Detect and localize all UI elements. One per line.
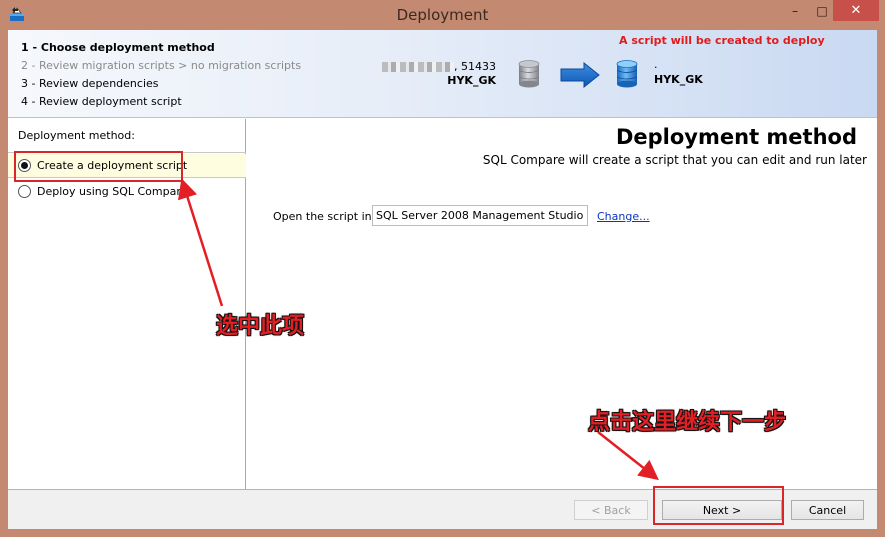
title-bar[interactable]: Deployment – □ ✕ <box>0 0 885 30</box>
step-review-migration: 2 - Review migration scripts > no migrat… <box>21 59 302 72</box>
cancel-button[interactable]: Cancel <box>791 500 864 520</box>
option-deploy-sql-compare[interactable]: Deploy using SQL Compare <box>8 179 246 203</box>
option-create-script[interactable]: Create a deployment script <box>8 154 246 178</box>
database-blue-icon <box>616 60 638 88</box>
dialog-client: 1 - Choose deployment method 2 - Review … <box>8 30 877 529</box>
right-arrow-icon <box>560 62 600 88</box>
page-title: Deployment method <box>615 125 857 149</box>
radio-deploy-sql-compare[interactable] <box>18 184 31 198</box>
target-server: . <box>654 58 658 71</box>
wizard-steps: 1 - Choose deployment method 2 - Review … <box>21 39 301 111</box>
change-link[interactable]: Change... <box>597 210 650 223</box>
window-title: Deployment <box>396 6 489 24</box>
deployment-method-label: Deployment method: <box>8 119 246 153</box>
minimize-button[interactable]: – <box>781 0 809 21</box>
annotation-click-next: 点击这里继续下一步 <box>588 410 787 435</box>
deploy-notice: A script will be created to deploy <box>619 34 825 47</box>
target-database: HYK_GK <box>654 73 703 86</box>
source-server: , 51433 <box>378 60 496 73</box>
step-choose-method: 1 - Choose deployment method <box>21 41 215 54</box>
maximize-button[interactable]: □ <box>808 0 836 21</box>
deployment-method-panel: Deployment method: Create a deployment s… <box>8 119 246 489</box>
radio-create-script[interactable] <box>18 159 31 172</box>
annotation-select-option: 选中此项 <box>216 314 305 339</box>
redacted-server-name <box>382 62 454 72</box>
next-button[interactable]: Next > <box>662 500 782 520</box>
page-subtitle: SQL Compare will create a script that yo… <box>482 153 867 167</box>
source-server-port: , 51433 <box>454 60 496 73</box>
option-deploy-sql-compare-label: Deploy using SQL Compare <box>37 184 188 198</box>
database-gray-icon <box>518 60 540 88</box>
step-review-script: 4 - Review deployment script <box>21 95 182 108</box>
option-create-script-label: Create a deployment script <box>37 159 188 172</box>
source-database: HYK_GK <box>447 74 496 87</box>
wizard-header: 1 - Choose deployment method 2 - Review … <box>8 30 877 118</box>
deployment-window: Deployment – □ ✕ 1 - Choose deployment m… <box>0 0 885 537</box>
wizard-footer: < Back Next > Cancel <box>8 489 877 529</box>
close-button[interactable]: ✕ <box>833 0 879 21</box>
back-button[interactable]: < Back <box>574 500 648 520</box>
open-script-label: Open the script in: <box>273 210 376 223</box>
step-review-dependencies: 3 - Review dependencies <box>21 77 159 90</box>
open-script-field[interactable]: SQL Server 2008 Management Studio <box>372 205 588 226</box>
